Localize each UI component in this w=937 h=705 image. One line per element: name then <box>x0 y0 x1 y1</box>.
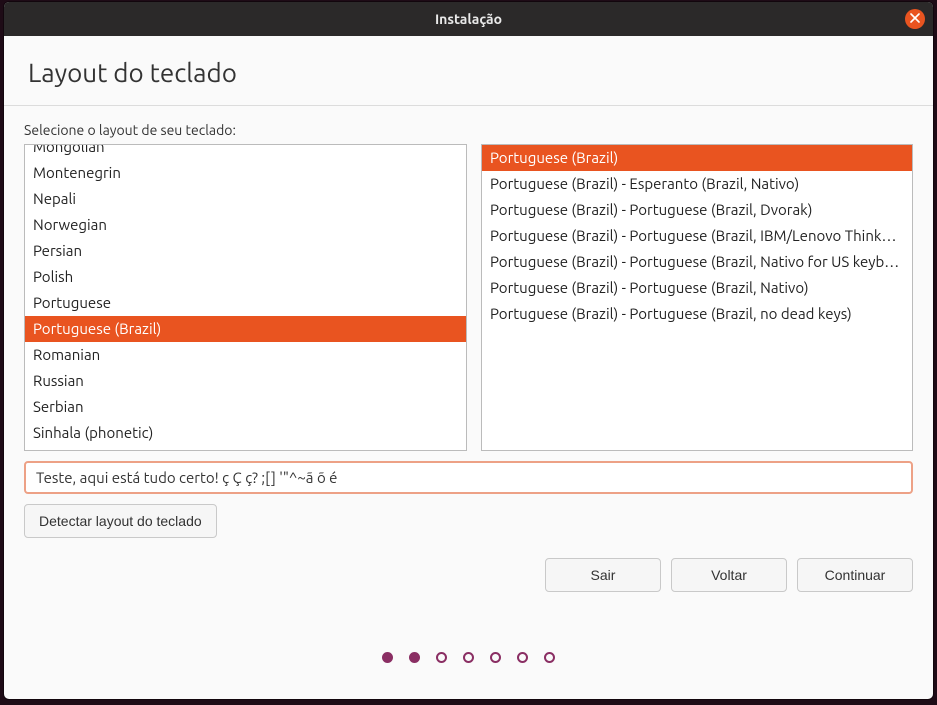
list-item[interactable]: Portuguese (Brazil) - Portuguese (Brazil… <box>482 223 912 249</box>
progress-dot <box>517 652 528 663</box>
list-item[interactable]: Portuguese <box>25 290 466 316</box>
layout-select-label: Selecione o layout de seu teclado: <box>24 122 913 138</box>
progress-dot <box>544 652 555 663</box>
progress-dot <box>490 652 501 663</box>
list-item[interactable]: Montenegrin <box>25 160 466 186</box>
list-item[interactable]: Portuguese (Brazil) - Portuguese (Brazil… <box>482 301 912 327</box>
list-item[interactable]: Norwegian <box>25 212 466 238</box>
list-item[interactable]: Nepali <box>25 186 466 212</box>
footer-buttons: Sair Voltar Continuar <box>4 538 933 592</box>
progress-dots <box>4 652 933 663</box>
keyboard-test-input[interactable] <box>24 461 913 494</box>
progress-dot <box>409 652 420 663</box>
list-item[interactable]: Portuguese (Brazil) - Portuguese (Brazil… <box>482 197 912 223</box>
quit-button[interactable]: Sair <box>545 558 661 592</box>
progress-dot <box>436 652 447 663</box>
list-item[interactable]: Persian <box>25 238 466 264</box>
header: Layout do teclado <box>4 36 933 106</box>
list-item[interactable]: Slovak <box>25 446 466 451</box>
window-title: Instalação <box>435 11 502 27</box>
progress-dot <box>382 652 393 663</box>
variant-listbox[interactable]: Portuguese (Brazil)Portuguese (Brazil) -… <box>481 144 913 451</box>
list-item[interactable]: Mongolian <box>25 144 466 160</box>
list-item[interactable]: Portuguese (Brazil) <box>482 145 912 171</box>
detect-layout-button[interactable]: Detectar layout do teclado <box>24 504 217 538</box>
continue-button[interactable]: Continuar <box>797 558 913 592</box>
list-item[interactable]: Polish <box>25 264 466 290</box>
list-item[interactable]: Portuguese (Brazil) - Portuguese (Brazil… <box>482 275 912 301</box>
list-item[interactable]: Serbian <box>25 394 466 420</box>
layout-lists: MongolianMontenegrinNepaliNorwegianPersi… <box>24 144 913 451</box>
close-icon <box>910 13 920 26</box>
language-listbox[interactable]: MongolianMontenegrinNepaliNorwegianPersi… <box>24 144 467 451</box>
list-item[interactable]: Portuguese (Brazil) - Portuguese (Brazil… <box>482 249 912 275</box>
close-button[interactable] <box>905 9 925 29</box>
titlebar: Instalação <box>4 2 933 36</box>
list-item[interactable]: Sinhala (phonetic) <box>25 420 466 446</box>
list-item[interactable]: Portuguese (Brazil) <box>25 316 466 342</box>
progress-dot <box>463 652 474 663</box>
list-item[interactable]: Russian <box>25 368 466 394</box>
list-item[interactable]: Portuguese (Brazil) - Esperanto (Brazil,… <box>482 171 912 197</box>
content: Selecione o layout de seu teclado: Mongo… <box>4 106 933 538</box>
list-item[interactable]: Romanian <box>25 342 466 368</box>
page-title: Layout do teclado <box>28 58 909 87</box>
installer-window: Instalação Layout do teclado Selecione o… <box>4 2 933 699</box>
back-button[interactable]: Voltar <box>671 558 787 592</box>
